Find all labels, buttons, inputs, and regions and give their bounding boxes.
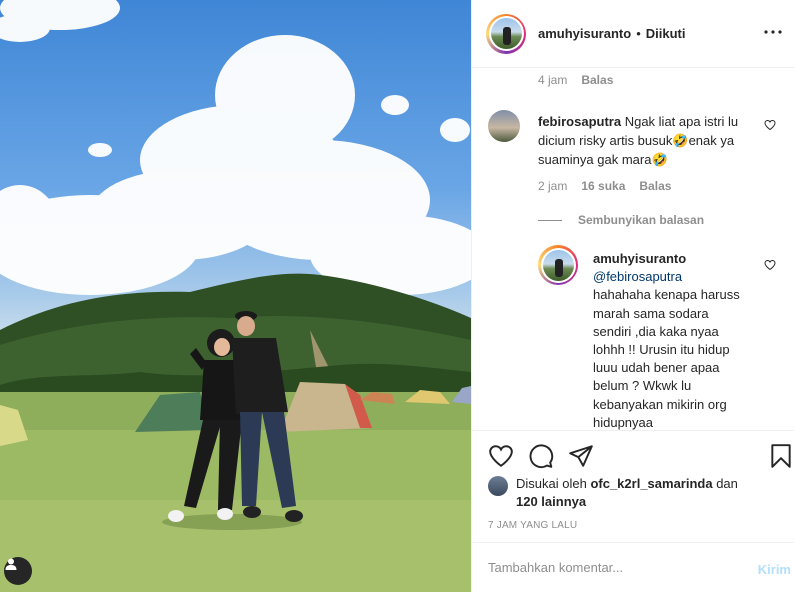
post-comment-button[interactable]: Kirim (758, 562, 791, 577)
reply-line: sendiri ,dia kaka nyaa (593, 323, 719, 339)
comment-likes-count[interactable]: 16 suka (581, 179, 625, 193)
reply-button[interactable]: Balas (639, 179, 671, 193)
user-tag-icon[interactable] (4, 557, 32, 585)
reply-line: hidupnyaa (593, 414, 653, 430)
more-icon[interactable] (763, 22, 783, 42)
comment-line: suaminya gak mara (538, 152, 652, 167)
mention-link[interactable]: @febirosaputra (593, 268, 763, 286)
bookmark-icon[interactable] (768, 443, 794, 469)
likes-text: Disukai oleh ofc_k2rl_samarinda dan 120 … (516, 475, 738, 511)
likes-others[interactable]: 120 lainnya (516, 494, 586, 509)
post-photo[interactable] (0, 0, 471, 592)
comment-text: febirosaputra Ngak liat apa istri lu dic… (538, 112, 758, 169)
avatar[interactable] (486, 13, 526, 54)
reply-text: amuhyisuranto @febirosaputra hahahaha ke… (593, 250, 763, 430)
comments-section[interactable]: 4 jam Balas febirosaputra Ngak liat apa … (472, 69, 794, 430)
heart-icon[interactable] (488, 443, 514, 469)
comment-like-icon[interactable] (764, 119, 776, 134)
reply-line: belum ? Wkwk lu (593, 378, 692, 394)
comment-line: enak ya (688, 133, 735, 148)
prev-comment-meta: 4 jam Balas (538, 73, 613, 87)
hide-replies-label: Sembunyikan balasan (578, 213, 705, 227)
emoji-laugh-icon: 🤣 (672, 133, 689, 148)
reply-line: marah sama sodara (593, 305, 709, 321)
reply-line: hahahaha kenapa haruss (593, 287, 740, 303)
reply-line: lohhh !! Urusin itu hidup (593, 342, 730, 358)
liker-username[interactable]: ofc_k2rl_samarinda (590, 476, 712, 491)
comment-time: 2 jam (538, 179, 568, 193)
post-panel: amuhyisuranto • Diikuti 4 jam Balas febi… (471, 0, 794, 592)
photo-scene (0, 0, 471, 592)
add-comment-bar: Kirim (472, 542, 794, 592)
commenter-avatar[interactable] (488, 110, 520, 142)
post-actions: Disukai oleh ofc_k2rl_samarinda dan 120 … (472, 430, 794, 542)
comment-input[interactable] (488, 560, 728, 575)
reply-button[interactable]: Balas (581, 73, 613, 87)
divider (538, 219, 562, 221)
emoji-laugh-icon: 🤣 (651, 152, 668, 167)
post-timestamp[interactable]: 7 JAM YANG LALU (488, 520, 577, 531)
comment-icon[interactable] (528, 443, 554, 469)
header-separator: • (636, 26, 641, 41)
reply-line: kebanyakan mikirin org (593, 396, 727, 412)
liker-avatar[interactable] (488, 476, 508, 496)
likes-prefix: Disukai oleh (516, 476, 587, 491)
comment-time: 4 jam (538, 73, 568, 87)
comment-meta: 2 jam 16 suka Balas (538, 179, 671, 193)
post-header: amuhyisuranto • Diikuti (472, 0, 794, 68)
reply-line: luuu udah bener apaa (593, 360, 720, 376)
share-icon[interactable] (568, 443, 594, 469)
reply-like-icon[interactable] (764, 259, 776, 274)
follow-status[interactable]: Diikuti (646, 26, 686, 41)
header-username[interactable]: amuhyisuranto (538, 26, 631, 41)
reply-avatar[interactable] (538, 245, 578, 285)
comment-line: dicium risky artis busuk (538, 133, 673, 148)
reply-username[interactable]: amuhyisuranto (593, 250, 763, 268)
comment-username[interactable]: febirosaputra (538, 114, 621, 129)
likes-summary: Disukai oleh ofc_k2rl_samarinda dan 120 … (488, 475, 788, 511)
hide-replies-button[interactable]: Sembunyikan balasan (538, 213, 704, 227)
likes-conj: dan (716, 476, 738, 491)
comment-line: Ngak liat apa istri lu (624, 114, 739, 129)
